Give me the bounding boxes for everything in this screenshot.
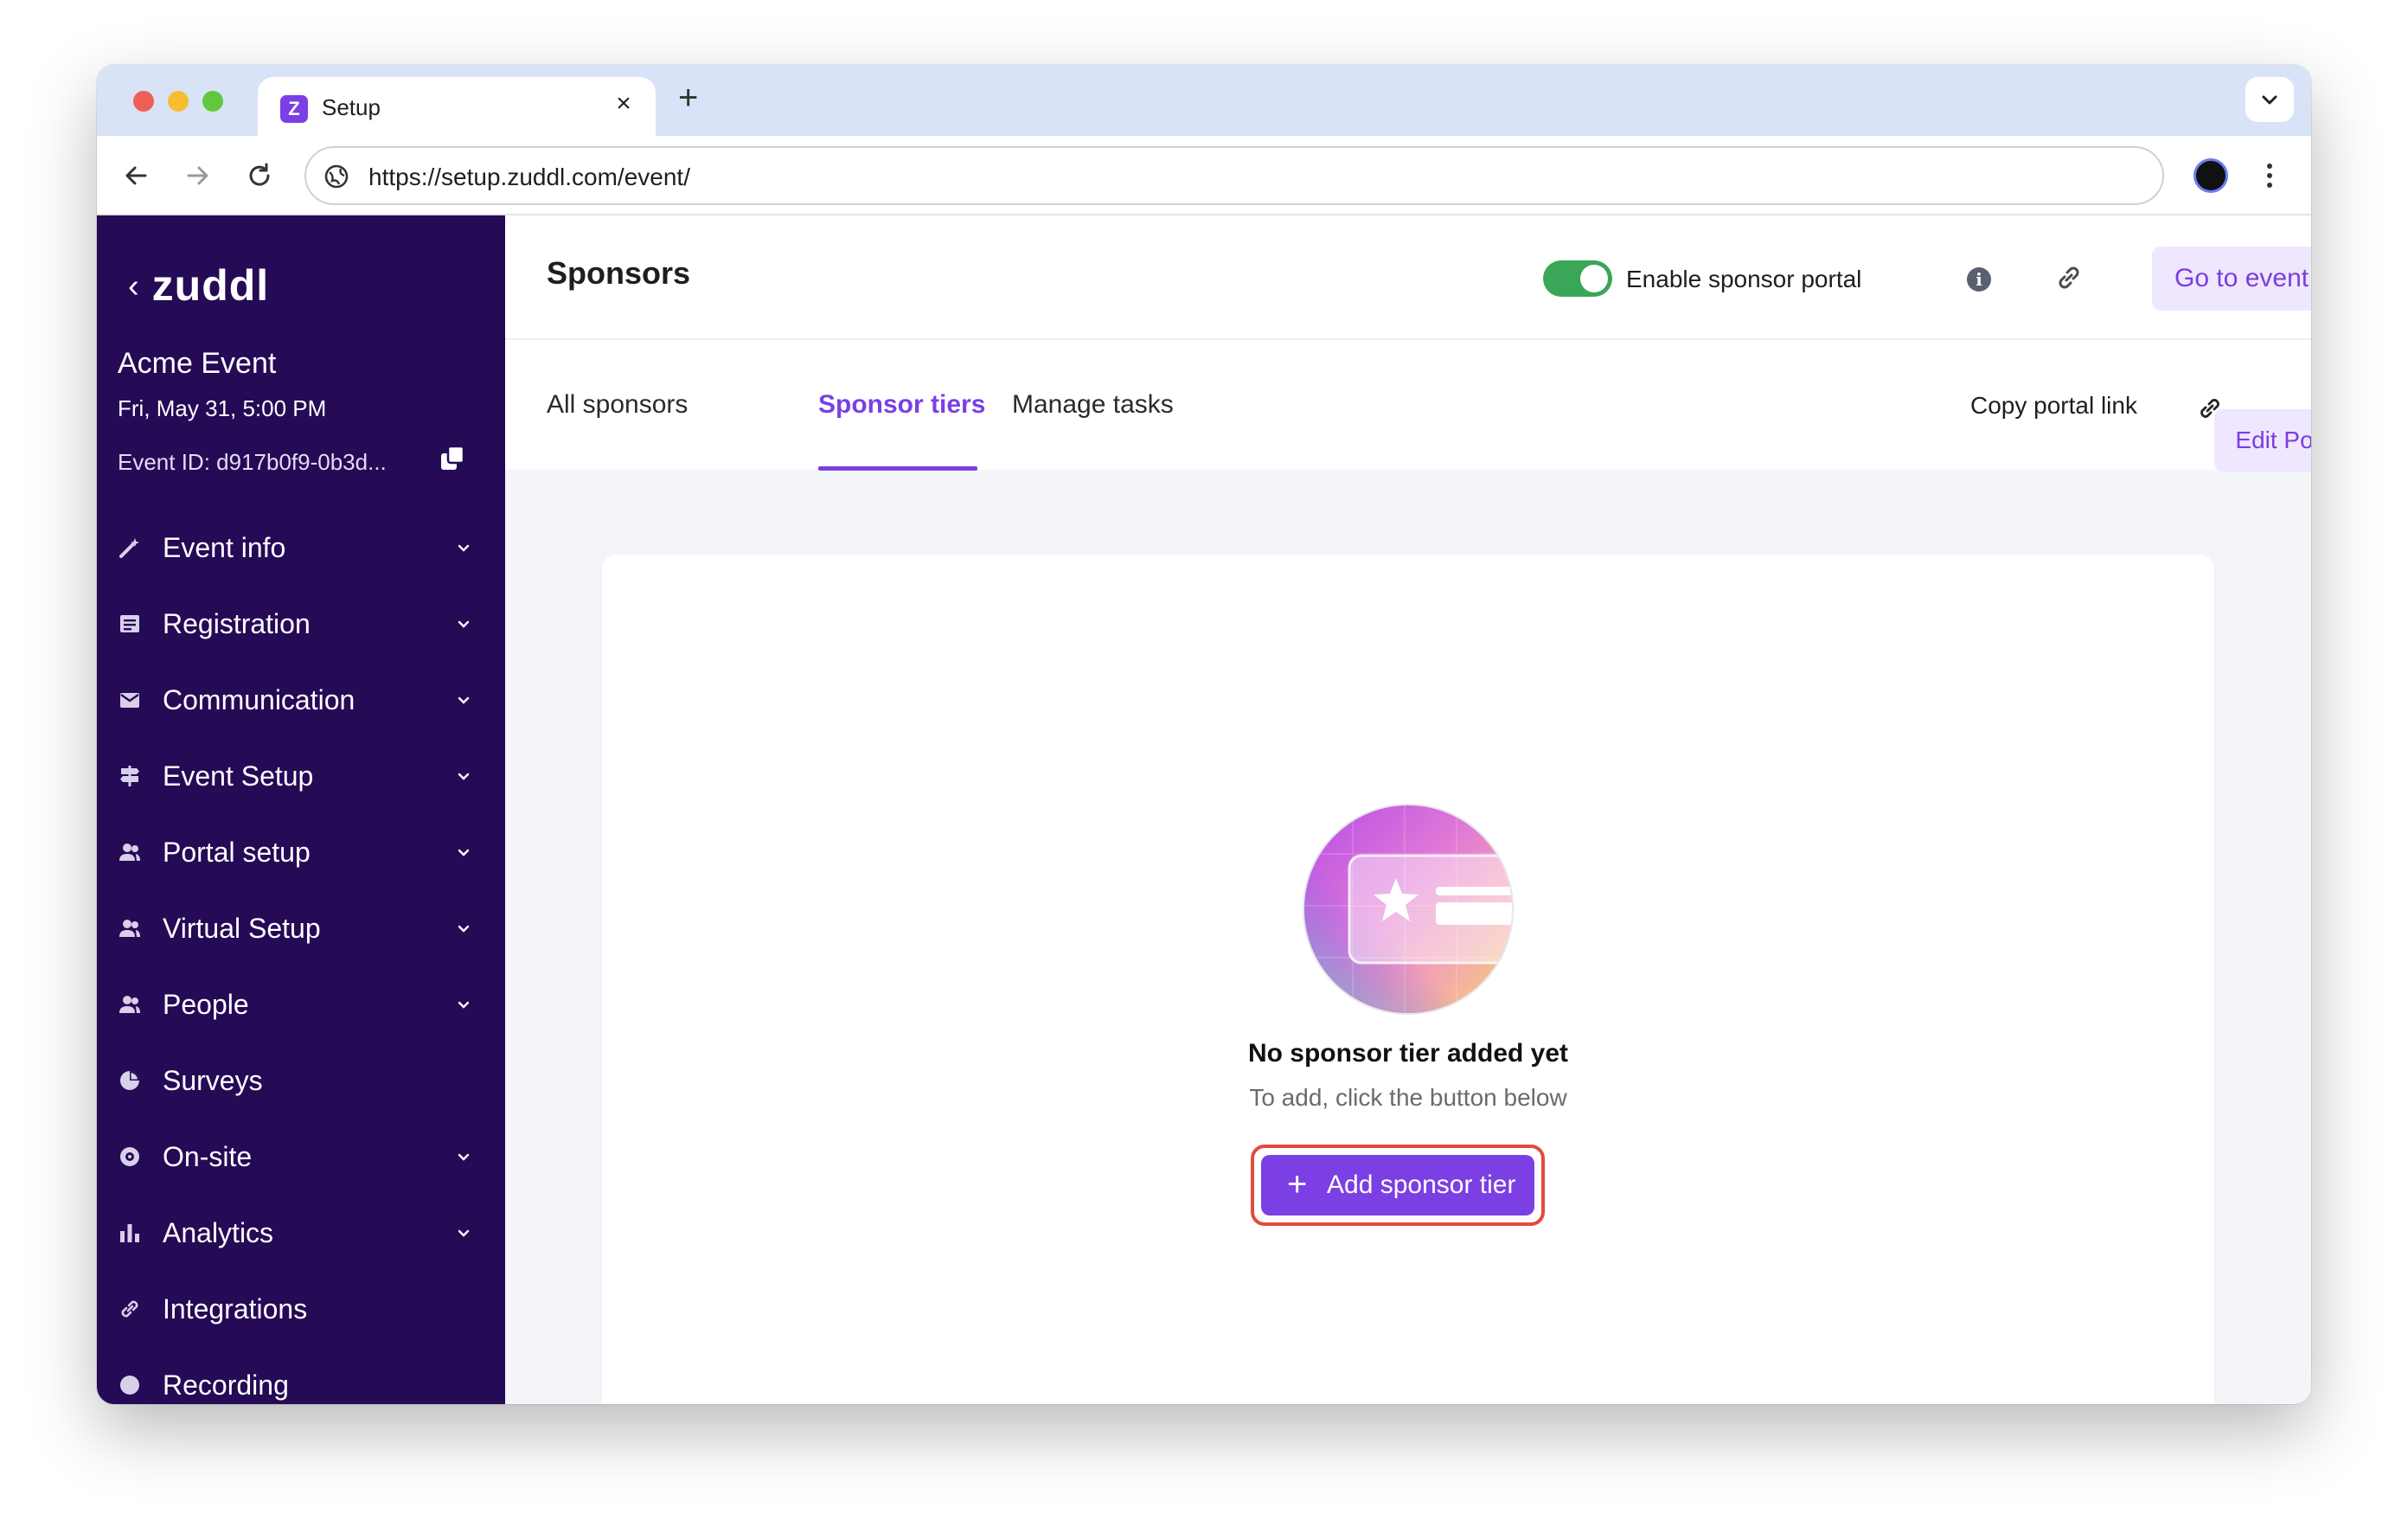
link-icon — [121, 1300, 138, 1318]
plus-icon: + — [1287, 1165, 1308, 1203]
chevron-down-icon — [458, 544, 470, 552]
go-to-event-label: Go to event — [2174, 264, 2309, 292]
highlight-box: + Add sponsor tier — [1251, 1145, 1545, 1226]
empty-state-subtitle: To add, click the button below — [1249, 1084, 1567, 1111]
sidebar-item-label: Surveys — [163, 1065, 263, 1096]
toggle-knob — [1580, 265, 1608, 292]
bar-chart-icon — [120, 1224, 139, 1242]
sidebar-item-label: People — [163, 989, 249, 1020]
browser-toolbar: https://setup.zuddl.com/event/ — [97, 136, 2311, 215]
url-text: https://setup.zuddl.com/event/ — [368, 164, 690, 190]
zuddl-favicon-icon: Z — [280, 95, 308, 123]
chevron-down-icon — [458, 925, 470, 933]
main-content: Sponsors Enable sponsor portal i Go to e… — [505, 215, 2311, 1404]
sidebar-item-registration[interactable]: Registration — [97, 586, 505, 662]
page-header: Sponsors Enable sponsor portal i Go to e… — [505, 215, 2311, 338]
mail-icon — [120, 693, 139, 708]
sidebar-item-analytics[interactable]: Analytics — [97, 1195, 505, 1271]
zuddl-logo[interactable]: ‹ zuddl — [128, 260, 269, 311]
tab-strip: Z Setup × + — [97, 65, 2311, 136]
page-title: Sponsors — [547, 255, 691, 291]
sidebar-item-label: Analytics — [163, 1217, 274, 1248]
sidebar-item-label: On-site — [163, 1141, 253, 1172]
target-icon — [120, 1147, 139, 1166]
sidebar-item-label: Integrations — [163, 1293, 308, 1325]
sidebar-item-event-setup[interactable]: Event Setup — [97, 738, 505, 814]
chevron-down-icon — [458, 849, 470, 856]
people-icon — [119, 843, 140, 861]
pie-chart-icon — [120, 1071, 139, 1090]
people-icon — [119, 996, 140, 1013]
copy-portal-link-button[interactable]: Copy portal link — [1970, 392, 2137, 420]
active-tab-indicator — [818, 466, 977, 471]
sidebar-item-on-site[interactable]: On-site — [97, 1119, 505, 1195]
browser-tab[interactable]: Z Setup × — [258, 77, 656, 136]
tab-sponsor-tiers[interactable]: Sponsor tiers — [818, 390, 985, 420]
reload-icon[interactable] — [242, 158, 277, 193]
edit-portal-button[interactable]: Edit Portal — [2214, 409, 2311, 471]
sidebar-item-event-info[interactable]: Event info — [97, 510, 505, 586]
tab-search-button[interactable] — [2245, 77, 2294, 122]
chevron-down-icon — [2262, 95, 2277, 105]
sidebar-item-label: Event info — [163, 532, 286, 563]
chevron-down-icon — [458, 1001, 470, 1009]
sidebar-item-label: Communication — [163, 684, 355, 715]
sidebar-item-communication[interactable]: Communication — [97, 662, 505, 738]
add-sponsor-tier-button[interactable]: + Add sponsor tier — [1261, 1155, 1534, 1215]
form-icon — [120, 615, 139, 632]
enable-sponsor-portal-toggle[interactable] — [1543, 260, 1612, 297]
chevron-down-icon — [458, 1153, 470, 1161]
new-tab-button[interactable]: + — [678, 79, 698, 118]
profile-avatar[interactable] — [2193, 158, 2228, 193]
event-id: Event ID: d917b0f9-0b3d... — [118, 449, 387, 475]
chevron-down-icon — [458, 1229, 470, 1237]
tab-all-sponsors[interactable]: All sponsors — [547, 390, 688, 420]
info-icon[interactable]: i — [1967, 267, 1991, 292]
event-name: Acme Event — [118, 347, 277, 380]
tab-manage-tasks[interactable]: Manage tasks — [1012, 390, 1174, 420]
add-sponsor-tier-label: Add sponsor tier — [1327, 1171, 1516, 1199]
sidebar: ‹ zuddl Acme Event Fri, May 31, 5:00 PM E… — [97, 215, 505, 1404]
sidebar-item-surveys[interactable]: Surveys — [97, 1042, 505, 1119]
magic-wand-icon — [119, 538, 139, 558]
close-window-button[interactable] — [133, 91, 154, 112]
maximize-window-button[interactable] — [202, 91, 223, 112]
event-date: Fri, May 31, 5:00 PM — [118, 395, 327, 421]
tabs-bar: All sponsors Sponsor tiers Manage tasks … — [505, 338, 2311, 471]
link-icon[interactable] — [2052, 260, 2086, 295]
close-tab-icon[interactable]: × — [611, 89, 637, 119]
empty-state-card: No sponsor tier added yet To add, click … — [602, 555, 2214, 1404]
minimize-window-button[interactable] — [168, 91, 189, 112]
signpost-icon — [120, 766, 139, 786]
sidebar-item-label: Registration — [163, 608, 311, 639]
sidebar-item-label: Event Setup — [163, 760, 314, 792]
forward-arrow-icon[interactable] — [180, 158, 215, 193]
browser-window: Z Setup × + https://setup.zuddl.com/even… — [97, 65, 2311, 1404]
chevron-down-icon — [458, 620, 470, 628]
sidebar-item-label: Portal setup — [163, 837, 311, 868]
copy-icon[interactable] — [438, 444, 467, 473]
chevron-down-icon — [458, 696, 470, 704]
sponsor-tier-illustration — [1303, 804, 1514, 1015]
sidebar-item-portal-setup[interactable]: Portal setup — [97, 814, 505, 890]
chevron-down-icon — [458, 773, 470, 780]
toggle-label: Enable sponsor portal — [1626, 266, 1862, 292]
sidebar-item-people[interactable]: People — [97, 966, 505, 1042]
sidebar-item-label: Virtual Setup — [163, 913, 321, 944]
more-menu-icon[interactable] — [2261, 158, 2278, 193]
empty-state-title: No sponsor tier added yet — [1247, 1039, 1569, 1068]
sidebar-item-virtual-setup[interactable]: Virtual Setup — [97, 890, 505, 966]
record-icon — [120, 1376, 139, 1395]
back-chevron-icon: ‹ — [128, 268, 140, 305]
go-to-event-button[interactable]: Go to event — [2152, 247, 2311, 311]
address-bar[interactable]: https://setup.zuddl.com/event/ — [304, 146, 2164, 205]
sidebar-item-recording[interactable]: Recording — [97, 1347, 505, 1404]
back-arrow-icon[interactable] — [119, 158, 154, 193]
people-icon — [119, 920, 140, 937]
sidebar-nav: Event info Registration Communication Ev… — [97, 510, 505, 1404]
sidebar-item-integrations[interactable]: Integrations — [97, 1271, 505, 1347]
site-info-icon[interactable] — [322, 162, 351, 191]
sidebar-item-label: Recording — [163, 1369, 289, 1401]
tab-title: Setup — [322, 94, 381, 120]
